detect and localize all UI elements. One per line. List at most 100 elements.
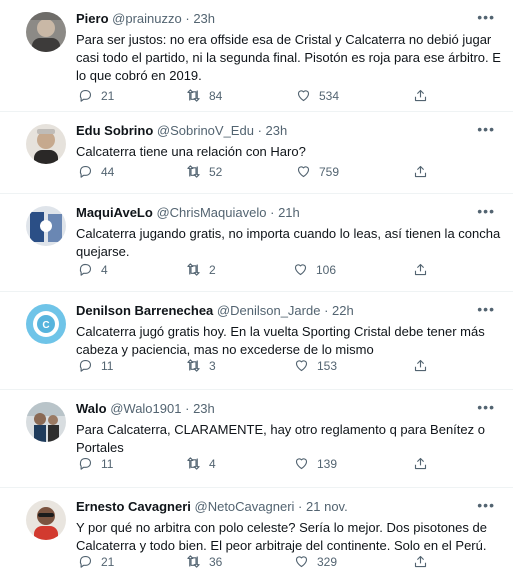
like-button[interactable]: 139 xyxy=(294,456,337,471)
tweet[interactable]: C Denilson Barrenechea @Denilson_Jarde ·… xyxy=(0,292,513,390)
retweet-button[interactable]: 84 xyxy=(186,88,222,103)
share-button[interactable] xyxy=(413,554,428,569)
share-button[interactable] xyxy=(413,88,428,103)
author-handle[interactable]: @Denilson_Jarde xyxy=(217,303,321,318)
like-button[interactable]: 329 xyxy=(294,554,337,569)
retweet-button[interactable]: 4 xyxy=(186,456,216,471)
separator-dot: · xyxy=(185,401,190,416)
share-icon xyxy=(413,164,428,179)
more-icon[interactable]: ••• xyxy=(477,400,495,414)
tweet-header: Walo @Walo1901 · 23h xyxy=(76,400,501,418)
tweet[interactable]: Ernesto Cavagneri @NetoCavagneri · 21 no… xyxy=(0,488,513,586)
tweet-time[interactable]: 21 nov. xyxy=(306,499,348,514)
retweet-button[interactable]: 2 xyxy=(186,262,216,277)
author-handle[interactable]: @Walo1901 xyxy=(110,401,181,416)
reply-button[interactable]: 21 xyxy=(78,554,114,569)
author-handle[interactable]: @prainuzzo xyxy=(112,11,182,26)
like-button[interactable]: 759 xyxy=(296,164,339,179)
avatar[interactable] xyxy=(26,500,66,540)
heart-icon xyxy=(293,262,308,277)
retweet-icon xyxy=(186,554,201,569)
tweet-text-line: cabeza y paciencia, mas no excederse de … xyxy=(76,342,374,357)
author-name[interactable]: Denilson Barrenechea xyxy=(76,303,213,318)
author-name[interactable]: Edu Sobrino xyxy=(76,123,153,138)
retweet-button[interactable]: 3 xyxy=(186,358,216,373)
tweet-time[interactable]: 23h xyxy=(193,401,215,416)
author-handle[interactable]: @ChrisMaquiavelo xyxy=(156,205,266,220)
tweet-time[interactable]: 23h xyxy=(266,123,288,138)
avatar[interactable]: C xyxy=(26,304,66,344)
more-icon[interactable]: ••• xyxy=(477,122,495,136)
retweet-count: 84 xyxy=(209,88,223,103)
tweet-header: Denilson Barrenechea @Denilson_Jarde · 2… xyxy=(76,302,501,320)
author-name[interactable]: MaquiAveLo xyxy=(76,205,153,220)
avatar[interactable] xyxy=(26,206,66,246)
separator-dot: · xyxy=(257,123,262,138)
avatar[interactable] xyxy=(26,124,66,164)
tweet-header: Ernesto Cavagneri @NetoCavagneri · 21 no… xyxy=(76,498,501,516)
heart-icon xyxy=(294,554,309,569)
tweet-text-line: Para ser justos: no era offside esa de C… xyxy=(76,32,492,47)
svg-text:C: C xyxy=(42,320,49,331)
share-button[interactable] xyxy=(413,358,428,373)
tweet-time[interactable]: 21h xyxy=(278,205,300,220)
reply-icon xyxy=(78,88,93,103)
reply-button[interactable]: 11 xyxy=(78,358,113,373)
author-handle[interactable]: @SobrinoV_Edu xyxy=(157,123,254,138)
tweet-time[interactable]: 23h xyxy=(193,11,215,26)
avatar[interactable] xyxy=(26,12,66,52)
retweet-icon xyxy=(186,164,201,179)
share-button[interactable] xyxy=(413,456,428,471)
author-name[interactable]: Walo xyxy=(76,401,107,416)
more-icon[interactable]: ••• xyxy=(477,498,495,512)
avatar[interactable] xyxy=(26,402,66,442)
tweet-text-line: Portales xyxy=(76,440,124,455)
heart-icon xyxy=(294,358,309,373)
retweet-button[interactable]: 36 xyxy=(186,554,222,569)
share-button[interactable] xyxy=(413,262,428,277)
share-button[interactable] xyxy=(413,164,428,179)
reply-button[interactable]: 21 xyxy=(78,88,114,103)
separator-dot: · xyxy=(324,303,329,318)
retweet-button[interactable]: 52 xyxy=(186,164,222,179)
tweet-text: Para Calcaterra, CLARAMENTE, hay otro re… xyxy=(76,421,501,457)
tweet-time[interactable]: 22h xyxy=(332,303,354,318)
tweet[interactable]: MaquiAveLo @ChrisMaquiavelo · 21h ••• Ca… xyxy=(0,194,513,292)
heart-icon xyxy=(296,88,311,103)
retweet-count: 4 xyxy=(209,456,216,471)
like-count: 759 xyxy=(319,164,340,179)
tweet-text-line: Para Calcaterra, CLARAMENTE, hay otro re… xyxy=(76,422,485,437)
author-handle[interactable]: @NetoCavagneri xyxy=(195,499,295,514)
reply-icon xyxy=(78,456,93,471)
reply-button[interactable]: 11 xyxy=(78,456,113,471)
more-icon[interactable]: ••• xyxy=(477,204,495,218)
tweet-text: Calcaterra tiene una relación con Haro? xyxy=(76,143,501,161)
tweet-text-line: Calcaterra jugó gratis hoy. En la vuelta… xyxy=(76,324,485,339)
more-icon[interactable]: ••• xyxy=(477,10,495,24)
share-icon xyxy=(413,358,428,373)
tweet[interactable]: Piero @prainuzzo · 23h ••• Para ser just… xyxy=(0,0,513,112)
reply-count: 4 xyxy=(101,262,108,277)
reply-icon xyxy=(78,164,93,179)
like-button[interactable]: 153 xyxy=(294,358,337,373)
tweet-text-line: quejarse. xyxy=(76,244,130,259)
more-icon[interactable]: ••• xyxy=(477,302,495,316)
like-count: 139 xyxy=(317,456,338,471)
tweet-text-line: Calcaterra jugando gratis, no importa cu… xyxy=(76,226,501,241)
reply-icon xyxy=(78,554,93,569)
tweet[interactable]: Walo @Walo1901 · 23h ••• Para Calcaterra… xyxy=(0,390,513,488)
tweet-text: Calcaterra jugando gratis, no importa cu… xyxy=(76,225,501,261)
retweet-icon xyxy=(186,88,201,103)
like-button[interactable]: 534 xyxy=(296,88,339,103)
reply-button[interactable]: 4 xyxy=(78,262,108,277)
author-name[interactable]: Piero xyxy=(76,11,109,26)
tweet[interactable]: Edu Sobrino @SobrinoV_Edu · 23h ••• Calc… xyxy=(0,112,513,194)
tweet-text-line: casi todo el partido, ni la segunda fina… xyxy=(76,50,501,65)
tweet-text-line: Calcaterra y todo bien. El peor arbitraj… xyxy=(76,538,487,553)
reply-button[interactable]: 44 xyxy=(78,164,114,179)
retweet-count: 3 xyxy=(209,358,216,373)
tweet-header: Piero @prainuzzo · 23h xyxy=(76,10,501,28)
like-button[interactable]: 106 xyxy=(293,262,336,277)
author-name[interactable]: Ernesto Cavagneri xyxy=(76,499,191,514)
reply-count: 11 xyxy=(101,358,114,373)
